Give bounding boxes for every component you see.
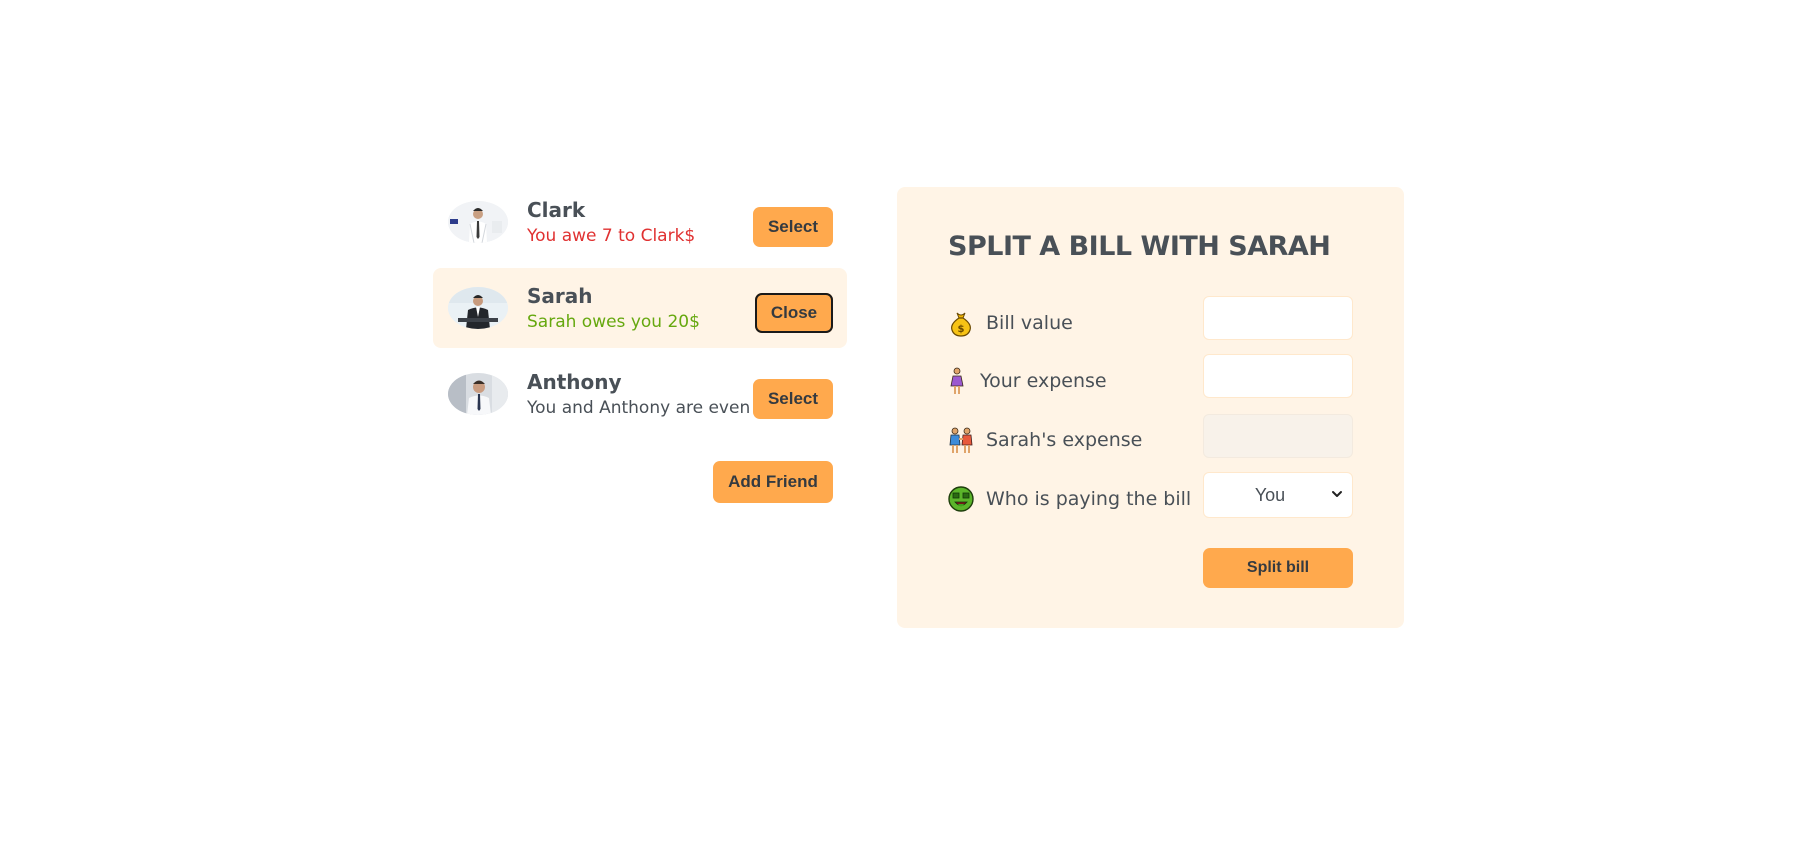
close-friend-button[interactable]: Close [755,293,833,333]
avatar [448,373,508,415]
select-friend-button[interactable]: Select [753,379,833,419]
payer-label-row: Who is paying the bill [948,485,1191,513]
split-bill-form: SPLIT A BILL WITH SARAH $ Bill value You… [897,187,1404,628]
your-expense-label: Your expense [980,370,1107,392]
svg-text:$: $ [958,324,965,335]
payer-label: Who is paying the bill [986,488,1192,510]
select-friend-button[interactable]: Select [753,207,833,247]
friend-item-sarah: Sarah Sarah owes you 20$ Close [433,268,847,348]
add-friend-button[interactable]: Add Friend [713,461,833,503]
friends-list: Clark You awe 7 to Clark$ Select Sarah S… [433,182,847,503]
bill-value-input[interactable] [1203,296,1353,340]
app-root: Clark You awe 7 to Clark$ Select Sarah S… [0,0,1818,866]
your-expense-label-row: Your expense [948,367,1107,395]
friend-name: Sarah [527,284,593,308]
women-holding-hands-icon [948,426,974,454]
friend-expense-label: Sarah's expense [986,429,1143,451]
friend-item-anthony: Anthony You and Anthony are even Select [433,354,847,434]
friend-name: Anthony [527,370,622,394]
friend-item-clark: Clark You awe 7 to Clark$ Select [433,182,847,262]
friend-name: Clark [527,198,586,222]
avatar [448,201,508,243]
form-title: SPLIT A BILL WITH SARAH [948,231,1331,262]
avatar [448,287,508,329]
money-bag-icon: $ [948,309,974,337]
payer-select[interactable]: You [1203,472,1353,518]
bill-value-label: Bill value [986,312,1073,334]
woman-standing-icon [948,367,966,395]
split-bill-button[interactable]: Split bill [1203,548,1353,588]
money-mouth-face-icon [948,485,974,513]
bill-value-label-row: $ Bill value [948,309,1073,337]
friend-balance: You and Anthony are even [527,398,751,418]
friend-balance: Sarah owes you 20$ [527,312,700,332]
friend-expense-label-row: Sarah's expense [948,426,1142,454]
your-expense-input[interactable] [1203,354,1353,398]
friend-expense-input [1203,414,1353,458]
payer-select-wrapper: You [1203,472,1353,518]
friend-balance: You awe 7 to Clark$ [527,226,696,246]
